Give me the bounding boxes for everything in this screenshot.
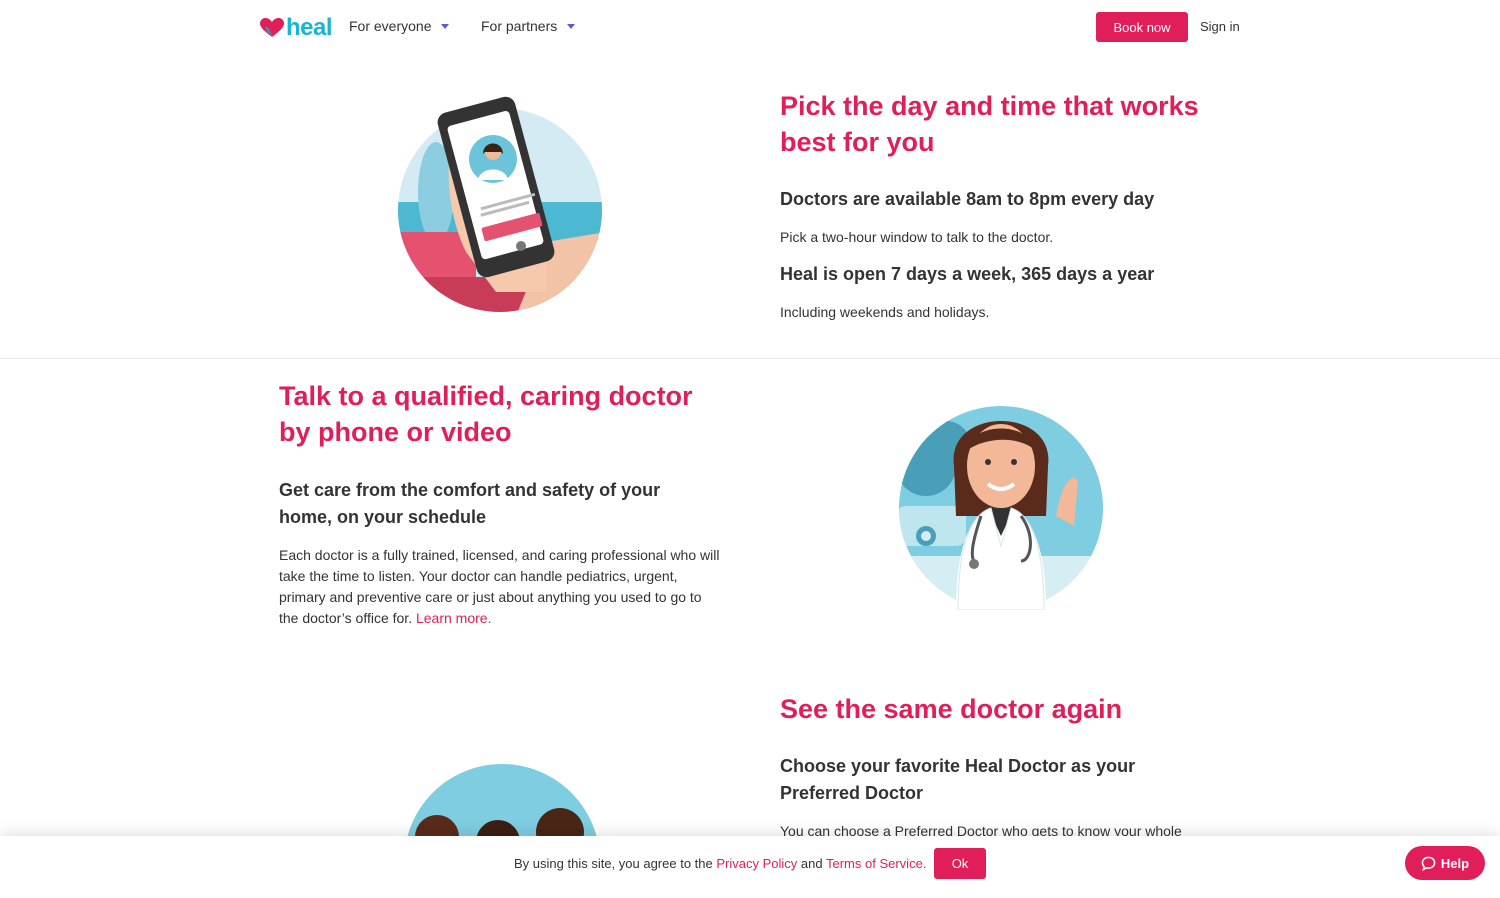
- caret-down-icon: [441, 23, 450, 29]
- privacy-policy-link[interactable]: Privacy Policy: [716, 856, 797, 871]
- section-title: Talk to a qualified, caring doctor by ph…: [279, 381, 693, 447]
- nav-label: For partners: [481, 18, 558, 34]
- doctor-waving-illustration: [899, 406, 1103, 610]
- chat-bubble-icon: [1421, 856, 1436, 871]
- help-label: Help: [1440, 855, 1470, 871]
- cookie-banner: By using this site, you agree to the Pri…: [0, 836, 1500, 898]
- paragraph-text: Each doctor is a fully trained, licensed…: [279, 547, 720, 626]
- heart-logo-icon: [260, 18, 284, 37]
- heal-logo[interactable]: heal: [260, 14, 333, 42]
- section-divider: [0, 358, 1500, 359]
- nav-label: For everyone: [349, 18, 432, 34]
- section-subtitle: Get care from the comfort and safety of …: [279, 480, 661, 527]
- book-now-button[interactable]: Book now: [1096, 12, 1188, 42]
- terms-of-service-link[interactable]: Terms of Service.: [826, 856, 926, 871]
- cookie-text: By using this site, you agree to the: [514, 856, 713, 871]
- site-header: heal For everyone For partners Book now …: [0, 0, 1500, 56]
- nav-for-everyone[interactable]: For everyone: [349, 18, 450, 34]
- cookie-and-text: and: [800, 856, 823, 871]
- cookie-ok-button[interactable]: Ok: [934, 848, 986, 879]
- logo-text: heal: [286, 14, 333, 41]
- caret-down-icon: [567, 23, 576, 29]
- phone-doctor-illustration: [398, 96, 602, 312]
- help-button[interactable]: Help: [1405, 846, 1485, 880]
- cookie-notice-text: By using this site, you agree to the Pri…: [514, 856, 926, 871]
- section-subtitle: Doctors are available 8am to 8pm every d…: [780, 189, 1155, 209]
- section-subtitle: Heal is open 7 days a week, 365 days a y…: [780, 264, 1155, 284]
- section-subtitle: Choose your favorite Heal Doctor as your…: [780, 756, 1136, 803]
- section-title: See the same doctor again: [780, 694, 1123, 724]
- nav-for-partners[interactable]: For partners: [481, 18, 576, 34]
- section-paragraph: Pick a two-hour window to talk to the do…: [780, 229, 1054, 245]
- section-paragraph: Each doctor is a fully trained, licensed…: [279, 545, 724, 629]
- learn-more-link[interactable]: Learn more.: [416, 610, 491, 626]
- section-paragraph: Including weekends and holidays.: [780, 304, 990, 320]
- section-title: Pick the day and time that works best fo…: [780, 91, 1199, 157]
- sign-in-link[interactable]: Sign in: [1200, 19, 1240, 34]
